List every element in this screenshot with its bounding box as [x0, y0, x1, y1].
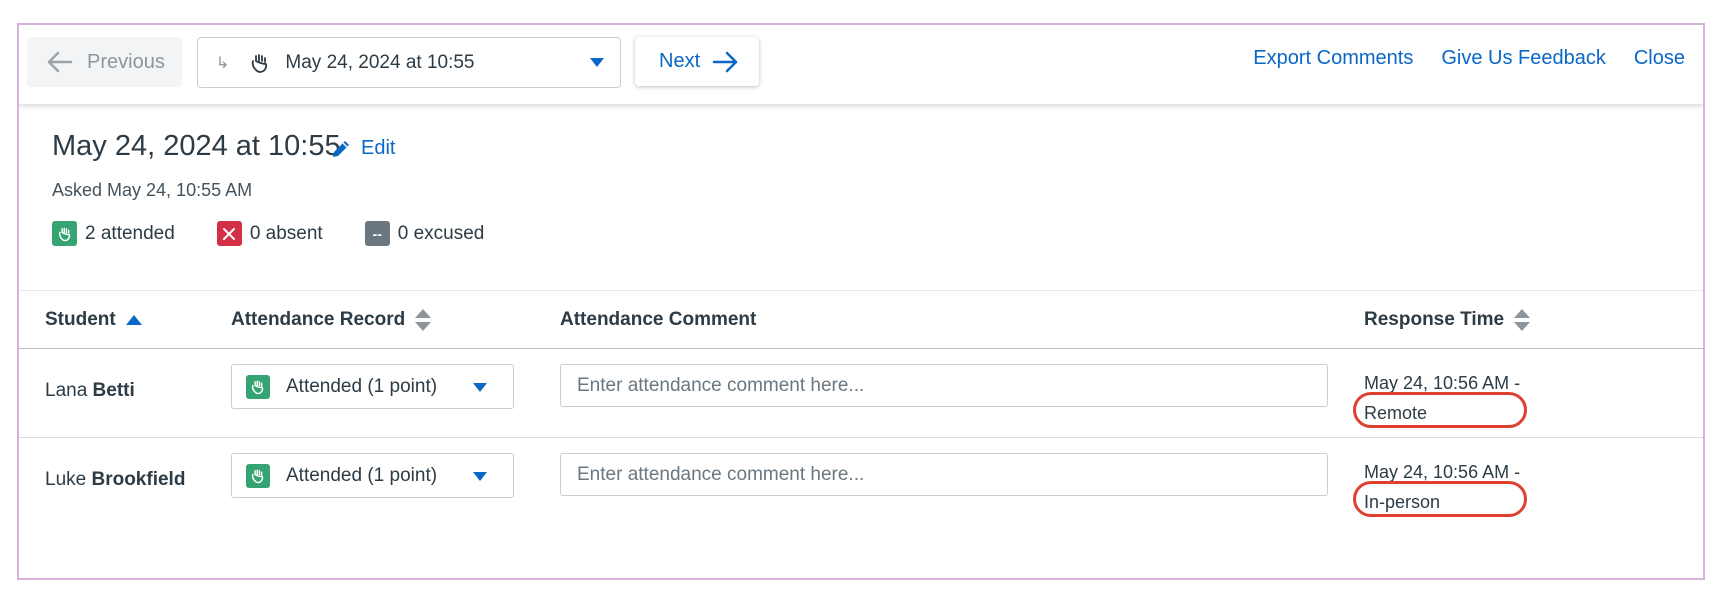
- attendance-record-value: Attended (1 point): [286, 464, 438, 486]
- attended-stat: 2 attended: [52, 221, 175, 246]
- edit-label: Edit: [361, 137, 396, 159]
- pencil-icon: [333, 140, 349, 157]
- close-x-icon: [216, 221, 242, 246]
- student-last-name: Betti: [92, 380, 135, 401]
- table-row: Lana Betti Attended (1 point) May 24, 10…: [19, 350, 1703, 438]
- attendance-summary: 2 attended 0 absent -- 0 excused: [52, 221, 526, 246]
- next-label: Next: [659, 50, 701, 72]
- student-first-name: Luke: [45, 469, 92, 490]
- excused-badge: --: [364, 221, 390, 246]
- raised-hand-icon: [252, 53, 268, 73]
- close-link[interactable]: Close: [1634, 47, 1685, 70]
- chevron-down-icon: [473, 472, 487, 481]
- annotation-highlight: [1353, 392, 1527, 428]
- attended-count: 2 attended: [85, 222, 175, 244]
- table-row: Luke Brookfield Attended (1 point) May 2…: [19, 439, 1703, 527]
- export-comments-link[interactable]: Export Comments: [1253, 47, 1413, 70]
- attendance-record-select[interactable]: Attended (1 point): [231, 364, 514, 409]
- session-select[interactable]: ↳ May 24, 2024 at 10:55: [197, 37, 621, 88]
- attendance-record-value: Attended (1 point): [286, 375, 438, 397]
- previous-button[interactable]: Previous: [27, 37, 182, 87]
- absent-count: 0 absent: [249, 222, 323, 244]
- chevron-down-icon: [473, 383, 487, 392]
- column-header-attendance-comment: Attendance Comment: [560, 309, 756, 331]
- table-header: Student Attendance Record Attendance Com…: [19, 291, 1703, 349]
- column-label: Attendance Record: [231, 309, 406, 330]
- attendance-panel: Previous ↳ May 24, 2024 at 10:55 Next Ex…: [17, 23, 1705, 580]
- excused-stat: -- 0 excused: [364, 221, 485, 246]
- excused-count: 0 excused: [397, 222, 485, 244]
- subdirectory-arrow-icon: ↳: [216, 54, 230, 72]
- give-feedback-link[interactable]: Give Us Feedback: [1441, 47, 1606, 70]
- student-first-name: Lana: [45, 380, 93, 401]
- edit-button[interactable]: Edit: [331, 137, 395, 160]
- sort-icon: [1514, 309, 1531, 331]
- column-header-response-time[interactable]: Response Time: [1364, 309, 1531, 331]
- attendance-comment-input[interactable]: [560, 453, 1328, 496]
- chevron-down-icon: [590, 58, 604, 67]
- sort-asc-icon: [125, 315, 142, 325]
- previous-label: Previous: [87, 50, 165, 73]
- raised-hand-icon: [52, 221, 77, 246]
- attendance-comment-input[interactable]: [560, 364, 1328, 407]
- raised-hand-icon: [246, 463, 270, 488]
- page-title: May 24, 2024 at 10:55: [52, 130, 341, 162]
- annotation-highlight: [1353, 481, 1527, 517]
- next-button[interactable]: Next: [635, 37, 759, 86]
- arrow-left-icon: [47, 51, 73, 73]
- top-toolbar: Previous ↳ May 24, 2024 at 10:55 Next Ex…: [19, 25, 1703, 105]
- student-last-name: Brookfield: [91, 469, 186, 490]
- session-select-value: May 24, 2024 at 10:55: [285, 51, 475, 73]
- column-label: Attendance Comment: [560, 309, 757, 330]
- column-label: Student: [45, 309, 116, 330]
- column-header-attendance-record[interactable]: Attendance Record: [231, 309, 432, 331]
- student-name: Luke Brookfield: [45, 469, 185, 491]
- attendance-record-select[interactable]: Attended (1 point): [231, 453, 514, 498]
- column-label: Response Time: [1364, 309, 1505, 330]
- sort-icon: [415, 309, 432, 331]
- column-header-student[interactable]: Student: [45, 309, 142, 331]
- absent-stat: 0 absent: [216, 221, 323, 246]
- raised-hand-icon: [246, 374, 270, 399]
- asked-timestamp: Asked May 24, 10:55 AM: [52, 180, 253, 200]
- arrow-right-icon: [712, 51, 738, 72]
- toolbar-links: Export Comments Give Us Feedback Close: [1253, 47, 1685, 70]
- student-name: Lana Betti: [45, 380, 135, 402]
